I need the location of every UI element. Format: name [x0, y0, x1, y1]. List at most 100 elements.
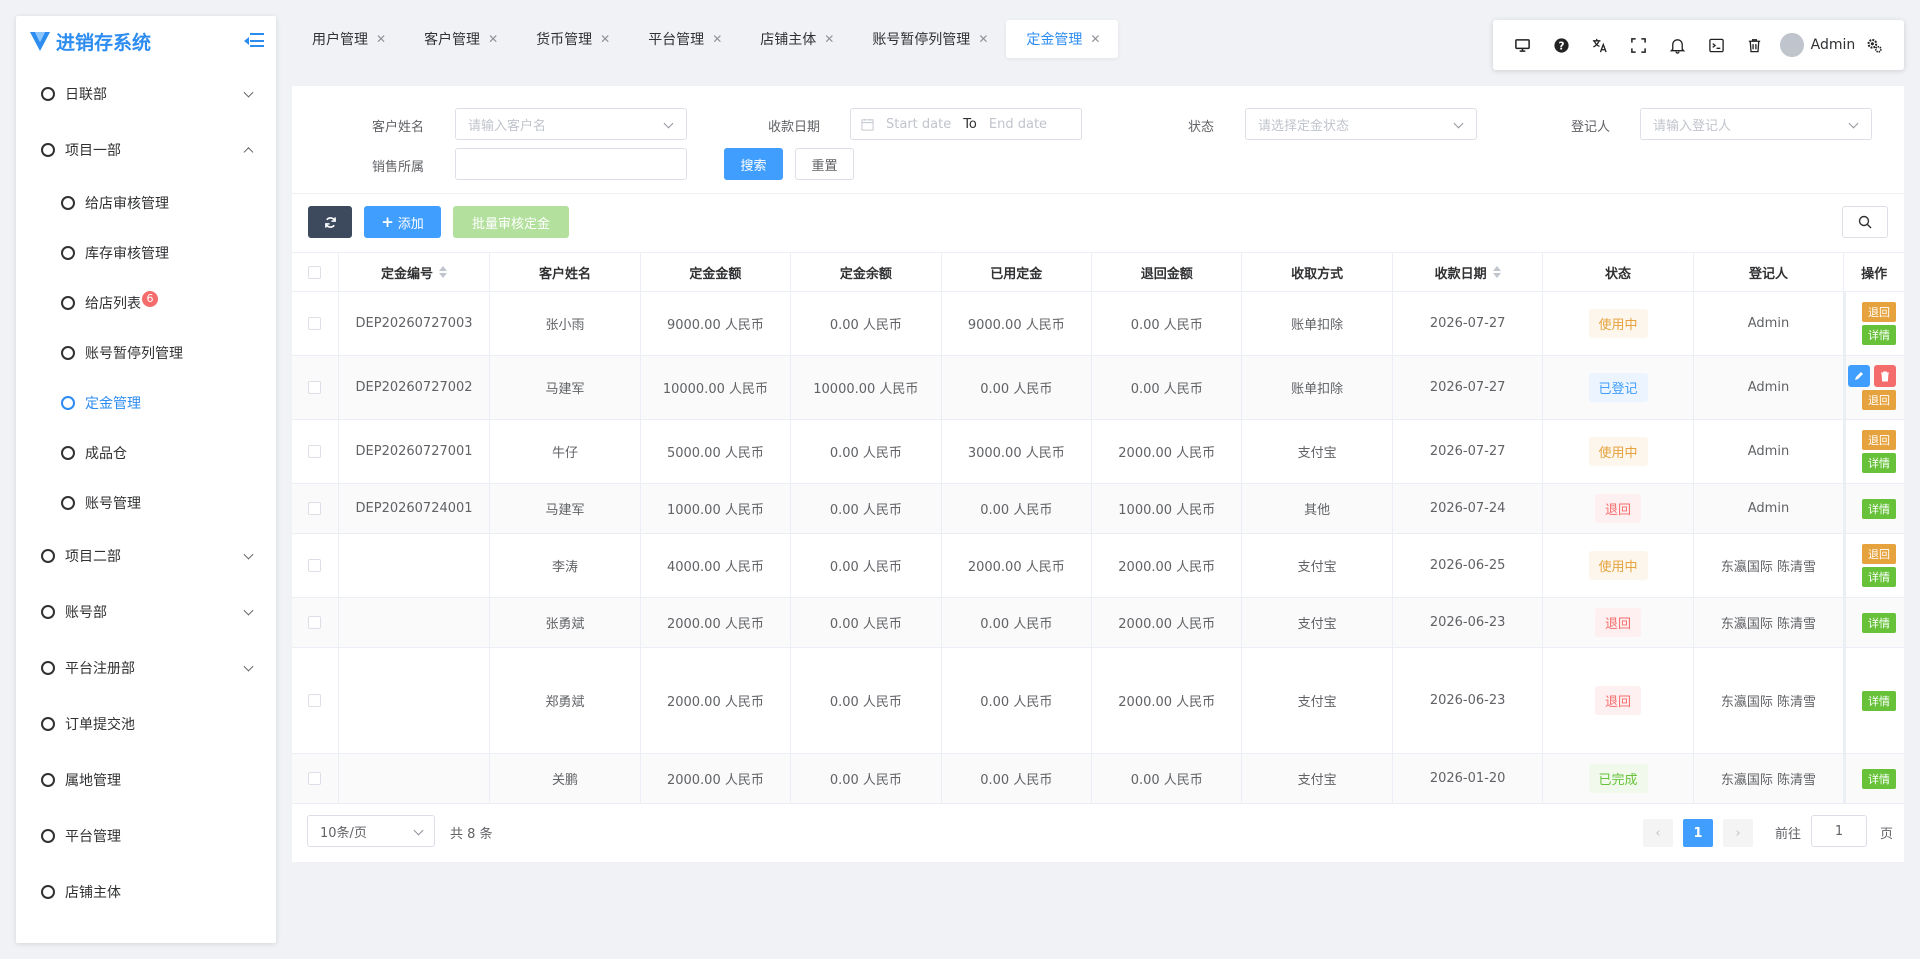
- detail-button[interactable]: 详情: [1861, 612, 1896, 633]
- status-select[interactable]: 请选择定金状态: [1245, 108, 1477, 140]
- row-checkbox[interactable]: [308, 772, 322, 785]
- sales-input[interactable]: [455, 148, 687, 180]
- sidebar-item[interactable]: 项目一部: [16, 122, 276, 178]
- tab-item[interactable]: 货币管理 ✕: [516, 20, 628, 58]
- circle-icon: [41, 829, 55, 843]
- row-checkbox[interactable]: [308, 694, 322, 707]
- registrar-select[interactable]: 请输入登记人: [1640, 108, 1872, 140]
- row-checkbox[interactable]: [308, 381, 322, 394]
- goto-input[interactable]: 1: [1811, 815, 1867, 847]
- sidebar-item[interactable]: 项目二部: [16, 528, 276, 584]
- close-icon[interactable]: ✕: [376, 32, 386, 46]
- refund-button[interactable]: 退回: [1861, 302, 1896, 322]
- detail-button[interactable]: 详情: [1861, 690, 1896, 711]
- sort-icon[interactable]: [1492, 266, 1501, 278]
- registrar-label: 登记人: [1571, 120, 1611, 135]
- search-toggle-button[interactable]: [1842, 206, 1888, 238]
- bell-icon[interactable]: [1658, 25, 1697, 65]
- close-icon[interactable]: ✕: [1090, 32, 1100, 46]
- tab-item[interactable]: 账号暂停列管理 ✕: [852, 20, 1006, 58]
- date-range-picker[interactable]: Start date To End date: [850, 108, 1082, 140]
- tab-item[interactable]: 客户管理 ✕: [404, 20, 516, 58]
- avatar[interactable]: [1780, 33, 1804, 57]
- cell-status: 退回: [1543, 598, 1694, 647]
- next-page-button[interactable]: ›: [1723, 819, 1753, 847]
- refund-button[interactable]: 退回: [1861, 390, 1896, 410]
- user-name[interactable]: Admin: [1811, 37, 1856, 53]
- fullscreen-icon[interactable]: [1619, 25, 1658, 65]
- cell-date: 2026-07-27: [1393, 292, 1544, 355]
- tab-item[interactable]: 平台管理 ✕: [628, 20, 740, 58]
- sidebar-item[interactable]: 日联部: [16, 66, 276, 122]
- row-checkbox[interactable]: [308, 616, 322, 629]
- delete-button[interactable]: [1873, 365, 1896, 387]
- close-icon[interactable]: ✕: [600, 32, 610, 46]
- detail-button[interactable]: 详情: [1861, 567, 1896, 587]
- sidebar-item[interactable]: 平台注册部: [16, 640, 276, 696]
- table-row: DEP20260727001 牛仔 5000.00 人民币 0.00 人民币 3000.…: [292, 420, 1904, 484]
- row-checkbox[interactable]: [308, 445, 322, 458]
- close-icon[interactable]: ✕: [824, 32, 834, 46]
- tab-label: 账号暂停列管理: [872, 32, 971, 48]
- row-checkbox[interactable]: [308, 502, 322, 515]
- tab-item[interactable]: 店铺主体 ✕: [740, 20, 852, 58]
- detail-button[interactable]: 详情: [1861, 325, 1896, 345]
- cell-customer: 张小雨: [490, 292, 641, 355]
- row-checkbox[interactable]: [308, 317, 322, 330]
- close-icon[interactable]: ✕: [712, 32, 722, 46]
- search-button[interactable]: 搜索: [724, 148, 783, 180]
- sidebar-item[interactable]: 账号暂停列管理: [16, 328, 276, 378]
- edit-button[interactable]: [1847, 365, 1870, 387]
- row-checkbox[interactable]: [308, 559, 322, 572]
- sidebar-item[interactable]: 平台管理: [16, 808, 276, 864]
- sidebar-item[interactable]: 给店列表 6: [16, 278, 276, 328]
- cell-status: 已登记: [1543, 356, 1694, 419]
- sidebar-item[interactable]: 账号管理: [16, 478, 276, 528]
- sidebar-item[interactable]: 账号部: [16, 584, 276, 640]
- sidebar-item[interactable]: 库存审核管理: [16, 228, 276, 278]
- page-number[interactable]: 1: [1683, 819, 1713, 847]
- refund-button[interactable]: 退回: [1861, 430, 1896, 450]
- batch-review-button[interactable]: 批量审核定金: [453, 206, 569, 238]
- help-icon[interactable]: ?: [1542, 25, 1581, 65]
- cell-date: 2026-06-23: [1393, 598, 1544, 647]
- reset-button[interactable]: 重置: [795, 148, 854, 180]
- operations: 详情: [1846, 690, 1904, 711]
- settings-icon[interactable]: [1855, 25, 1894, 65]
- refund-button[interactable]: 退回: [1861, 544, 1896, 564]
- trash-icon[interactable]: [1736, 25, 1775, 65]
- page-size-select[interactable]: 10条/页: [307, 815, 435, 847]
- cell-customer: 马建军: [490, 484, 641, 533]
- tab-label: 货币管理: [536, 32, 593, 48]
- pagination: 10条/页 共 8 条 ‹ 1 › 前往 1 页: [292, 811, 1904, 851]
- table-row: DEP20260727002 马建军 10000.00 人民币 10000.00 人民…: [292, 356, 1904, 420]
- menu-collapse-icon[interactable]: [244, 33, 264, 49]
- tab-item[interactable]: 定金管理 ✕: [1006, 20, 1119, 58]
- add-button[interactable]: + 添加: [364, 206, 441, 238]
- sidebar-item[interactable]: 给店审核管理: [16, 178, 276, 228]
- sort-icon[interactable]: [439, 266, 448, 278]
- sidebar-item[interactable]: 成品仓: [16, 428, 276, 478]
- select-all-checkbox[interactable]: [308, 265, 322, 279]
- sidebar-item[interactable]: 店铺主体: [16, 864, 276, 920]
- sidebar-item[interactable]: 属地管理: [16, 752, 276, 808]
- terminal-icon[interactable]: [1697, 25, 1736, 65]
- close-icon[interactable]: ✕: [978, 32, 988, 46]
- detail-button[interactable]: 详情: [1861, 453, 1896, 473]
- customer-select[interactable]: 请输入客户名: [455, 108, 687, 140]
- sidebar-item[interactable]: 定金管理: [16, 378, 276, 428]
- tab-item[interactable]: 用户管理 ✕: [292, 20, 404, 58]
- close-icon[interactable]: ✕: [488, 32, 498, 46]
- monitor-icon[interactable]: [1503, 25, 1542, 65]
- circle-icon: [41, 549, 55, 563]
- prev-page-button[interactable]: ‹: [1643, 819, 1673, 847]
- cell-operations: 详情: [1844, 754, 1904, 803]
- refresh-button[interactable]: [308, 206, 352, 238]
- translate-icon[interactable]: [1581, 25, 1620, 65]
- sidebar-menu: 日联部 项目一部 给店审核管理 库存审核管理 给店列表 6 账号暂停列管理 定金管理 成品仓 账号…: [16, 66, 276, 920]
- detail-button[interactable]: 详情: [1861, 768, 1896, 789]
- detail-button[interactable]: 详情: [1861, 498, 1896, 519]
- cell-date: 2026-07-27: [1393, 356, 1544, 419]
- sidebar-item[interactable]: 订单提交池: [16, 696, 276, 752]
- status-badge: 使用中: [1588, 437, 1648, 466]
